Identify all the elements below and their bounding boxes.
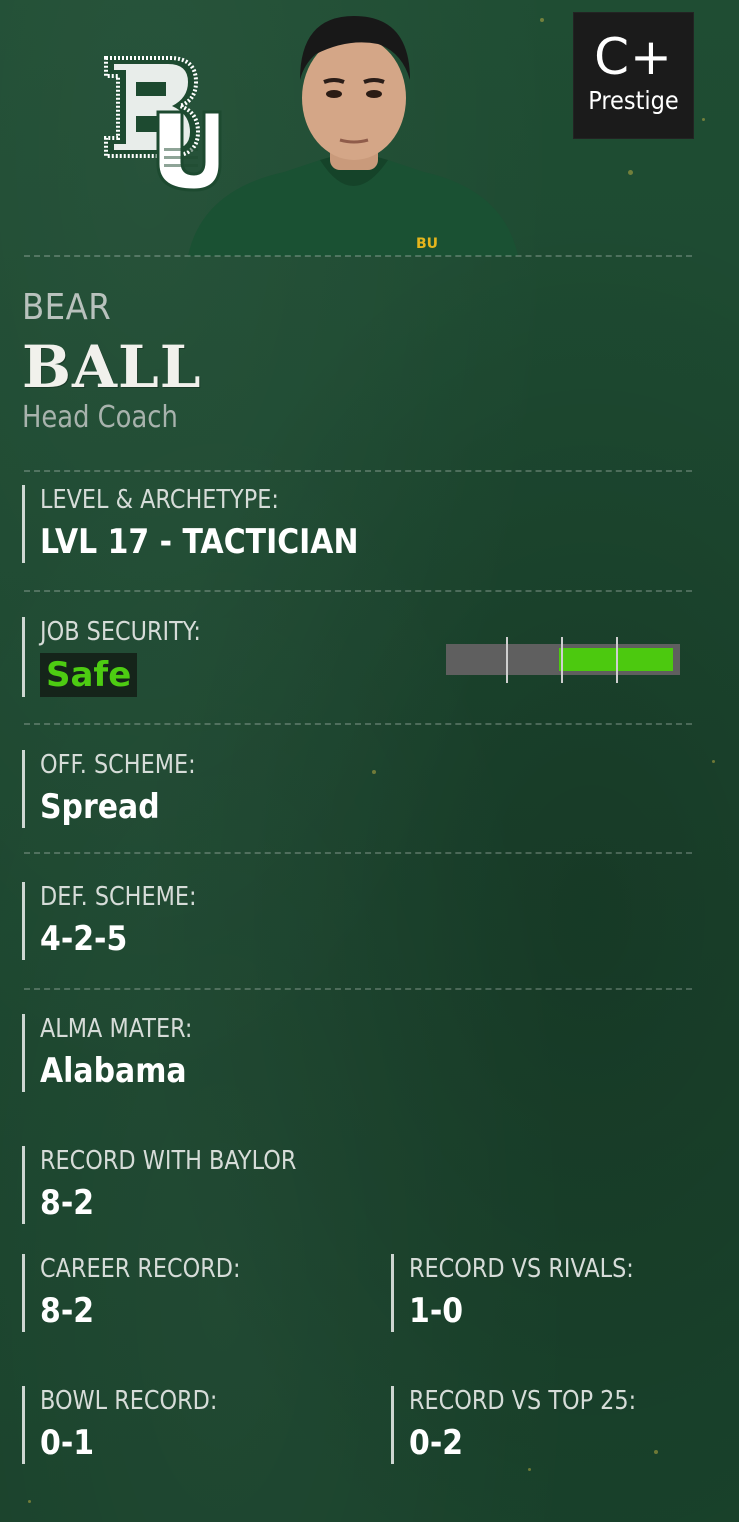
career-record-value: 8-2 — [40, 1291, 95, 1331]
coach-first-name: BEAR — [22, 287, 112, 328]
svg-text:BU: BU — [416, 236, 438, 252]
record-vs-rivals-value: 1-0 — [409, 1291, 464, 1331]
coach-portrait: BU — [188, 16, 518, 256]
bowl-record-field: BOWL RECORD: 0-1 — [22, 1386, 246, 1464]
alma-mater-value: Alabama — [40, 1051, 187, 1091]
coach-role: Head Coach — [22, 400, 178, 435]
def-scheme-label: DEF. SCHEME: — [40, 882, 197, 912]
record-vs-rivals-field: RECORD VS RIVALS: 1-0 — [391, 1254, 670, 1332]
record-with-team-label: RECORD WITH BAYLOR — [40, 1146, 297, 1176]
off-scheme-label: OFF. SCHEME: — [40, 750, 196, 780]
record-vs-rivals-label: RECORD VS RIVALS: — [409, 1254, 634, 1284]
prestige-grade: C+ — [594, 28, 673, 86]
alma-mater-label: ALMA MATER: — [40, 1014, 193, 1044]
divider — [24, 852, 692, 854]
job-security-label: JOB SECURITY: — [40, 617, 201, 647]
record-with-team-value: 8-2 — [40, 1183, 95, 1223]
texture-speck — [628, 170, 633, 175]
def-scheme-field: DEF. SCHEME: 4-2-5 — [22, 882, 222, 960]
bowl-record-label: BOWL RECORD: — [40, 1386, 218, 1416]
career-record-field: CAREER RECORD: 8-2 — [22, 1254, 273, 1332]
level-archetype-value: LVL 17 - TACTICIAN — [40, 522, 359, 562]
divider — [24, 470, 692, 472]
prestige-label: Prestige — [588, 86, 679, 115]
meter-tick — [506, 637, 508, 683]
divider — [24, 723, 692, 725]
off-scheme-value: Spread — [40, 787, 160, 827]
career-record-label: CAREER RECORD: — [40, 1254, 241, 1284]
off-scheme-field: OFF. SCHEME: Spread — [22, 750, 221, 828]
job-security-meter — [446, 637, 680, 683]
meter-tick — [561, 637, 563, 683]
texture-speck — [372, 770, 376, 774]
record-vs-top25-value: 0-2 — [409, 1423, 464, 1463]
bowl-record-value: 0-1 — [40, 1423, 95, 1463]
texture-speck — [712, 760, 715, 763]
divider — [24, 988, 692, 990]
texture-speck — [28, 1500, 31, 1503]
divider — [24, 590, 692, 592]
texture-speck — [528, 1468, 531, 1471]
def-scheme-value: 4-2-5 — [40, 919, 128, 959]
coach-card: BU C+ Prestige BEAR BALL Head Coach LEVE… — [0, 0, 739, 1522]
texture-speck — [702, 118, 705, 121]
level-archetype-label: LEVEL & ARCHETYPE: — [40, 485, 279, 515]
coach-last-name: BALL — [22, 333, 202, 401]
prestige-badge: C+ Prestige — [573, 12, 694, 139]
alma-mater-field: ALMA MATER: Alabama — [22, 1014, 217, 1092]
meter-tick — [616, 637, 618, 683]
record-with-team-field: RECORD WITH BAYLOR 8-2 — [22, 1146, 338, 1224]
job-security-field: JOB SECURITY: Safe — [22, 617, 227, 697]
texture-speck — [540, 18, 544, 22]
record-vs-top25-label: RECORD VS TOP 25: — [409, 1386, 637, 1416]
level-archetype-field: LEVEL & ARCHETYPE: LVL 17 - TACTICIAN — [22, 485, 402, 563]
record-vs-top25-field: RECORD VS TOP 25: 0-2 — [391, 1386, 673, 1464]
job-security-status-badge: Safe — [40, 653, 138, 697]
divider — [24, 255, 692, 257]
